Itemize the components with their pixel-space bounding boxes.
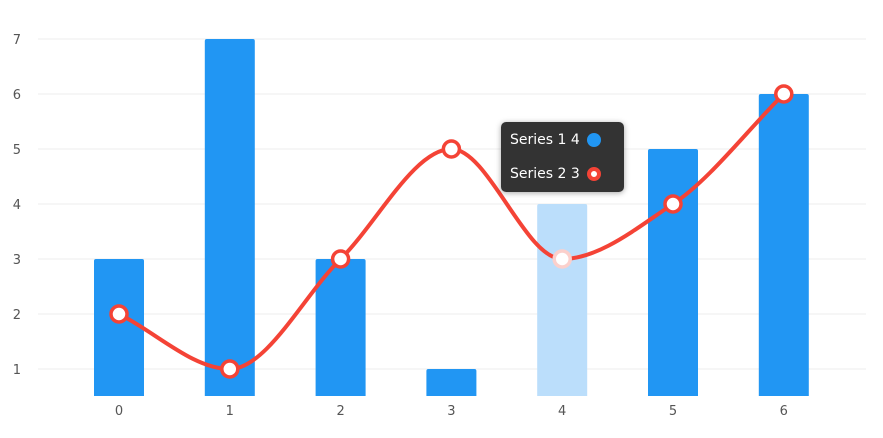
x-tick-label: 1 xyxy=(226,404,234,419)
x-tick-label: 3 xyxy=(447,404,455,419)
series-2-point-2 xyxy=(330,249,351,269)
bar-4 xyxy=(537,204,588,396)
x-tick-label: 0 xyxy=(115,404,123,419)
x-tick-label: 4 xyxy=(558,404,566,419)
bar-1 xyxy=(204,39,255,396)
series-2-point-1 xyxy=(220,359,240,379)
y-tick-label: 2 xyxy=(13,308,21,323)
y-tick-label: 5 xyxy=(13,143,21,158)
bar-3 xyxy=(426,369,477,396)
series-2-swatch-icon xyxy=(587,167,601,181)
bar-6 xyxy=(758,94,809,396)
x-tick-label: 2 xyxy=(336,404,344,419)
y-tick-label: 3 xyxy=(13,253,21,268)
series-2-point-4 xyxy=(552,249,572,269)
y-tick-label: 7 xyxy=(13,33,21,48)
series-1-swatch-icon xyxy=(587,133,601,147)
series-2-point-5 xyxy=(663,194,683,214)
tooltip-series-2-label: Series 2 3 xyxy=(510,166,580,182)
series-2-point-6 xyxy=(774,84,794,104)
chart-area: 1 2 3 4 5 6 7 0 1 2 3 4 5 6 xyxy=(13,33,866,419)
tooltip-series-1-label: Series 1 4 xyxy=(510,132,580,148)
bar-0 xyxy=(94,259,144,396)
x-tick-label: 6 xyxy=(780,404,788,419)
series-2-point-3 xyxy=(441,139,462,159)
bar-5 xyxy=(648,149,698,396)
y-tick-label: 1 xyxy=(13,363,21,378)
y-tick-label: 4 xyxy=(13,198,21,213)
chart-tooltip: Series 1 4 Series 2 3 xyxy=(501,122,624,192)
x-tick-label: 5 xyxy=(669,404,677,419)
y-tick-label: 6 xyxy=(13,88,21,103)
series-2-point-0 xyxy=(109,304,129,324)
